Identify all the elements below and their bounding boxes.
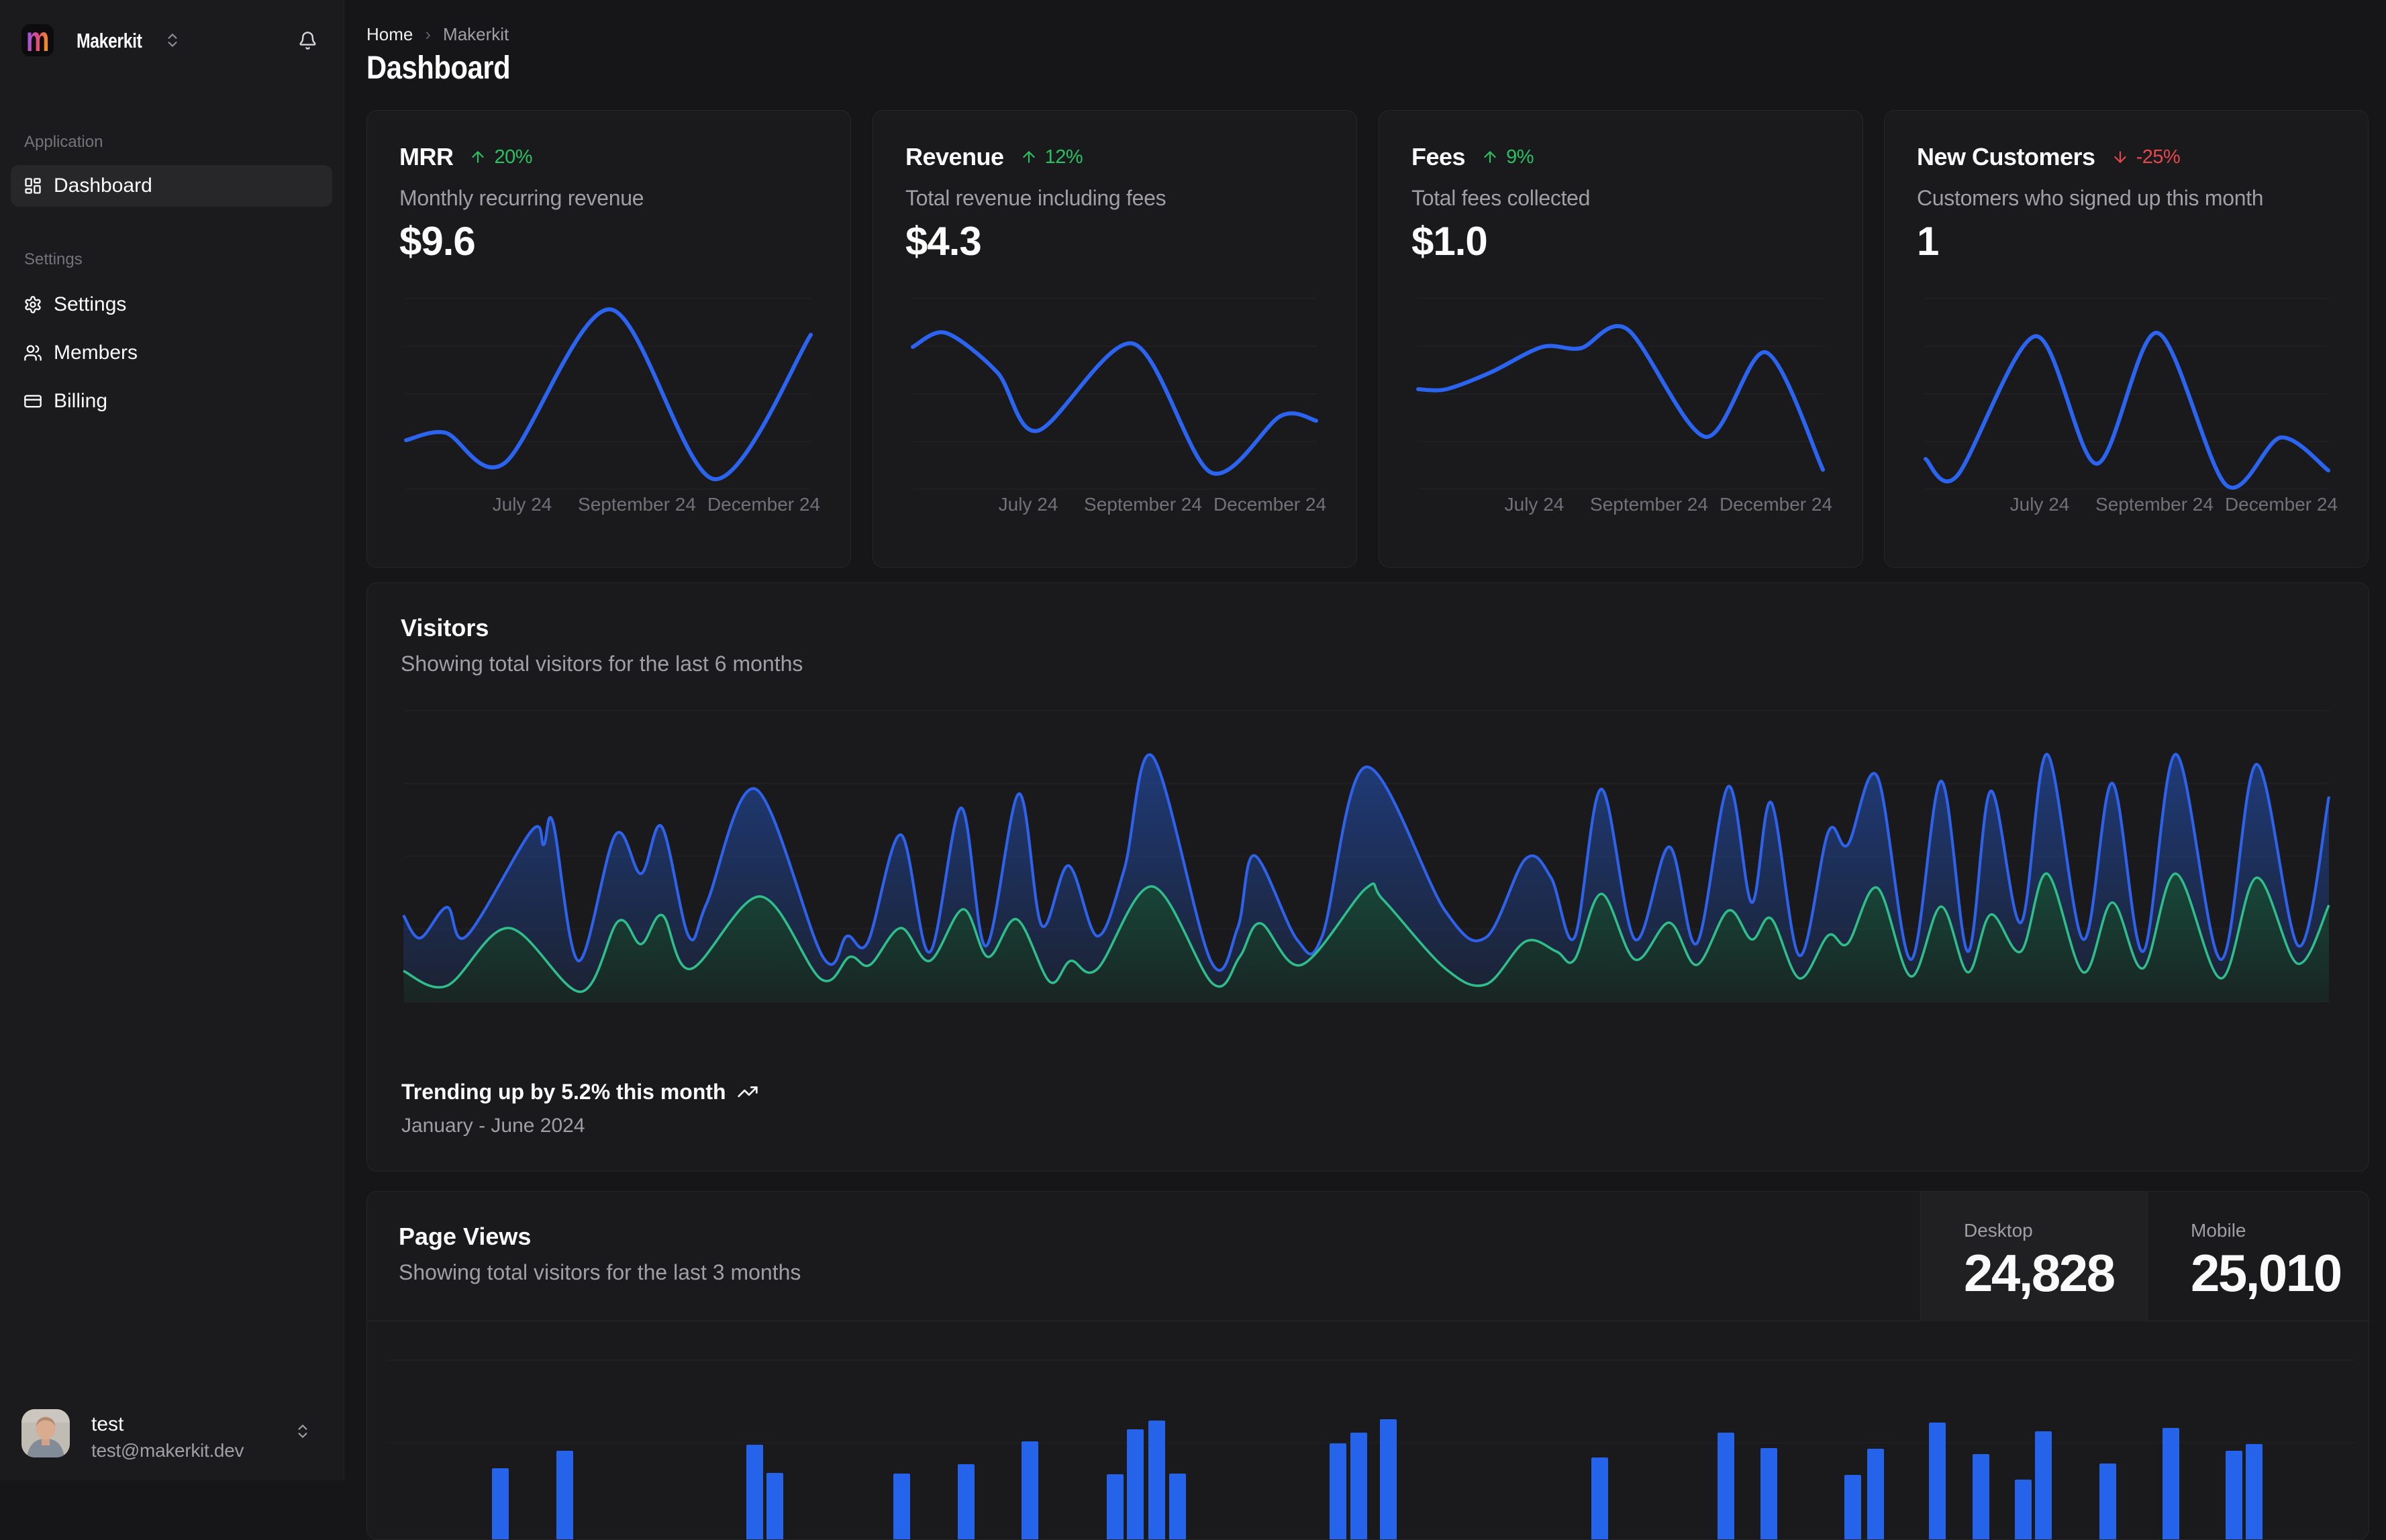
svg-text:July 24: July 24 [999, 494, 1058, 515]
svg-text:December 24: December 24 [1720, 494, 1832, 515]
svg-text:September 24: September 24 [1590, 494, 1708, 515]
svg-text:July 24: July 24 [2010, 494, 2070, 515]
svg-text:July 24: July 24 [493, 494, 552, 515]
svg-text:September 24: September 24 [1084, 494, 1202, 515]
svg-text:September 24: September 24 [2095, 494, 2214, 515]
svg-text:September 24: September 24 [578, 494, 696, 515]
svg-text:December 24: December 24 [1213, 494, 1326, 515]
svg-text:December 24: December 24 [707, 494, 820, 515]
svg-text:July 24: July 24 [1505, 494, 1564, 515]
svg-text:December 24: December 24 [2225, 494, 2338, 515]
